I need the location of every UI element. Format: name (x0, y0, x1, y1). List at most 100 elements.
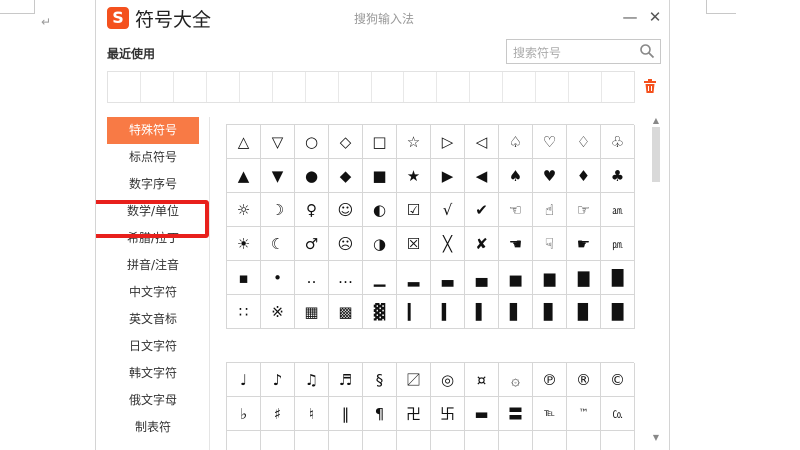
symbol-cell[interactable]: ☒ (397, 227, 431, 261)
symbol-cell[interactable]: ▲ (227, 159, 261, 193)
title-bar[interactable]: S 符号大全 搜狗输入法 — ✕ (96, 0, 669, 36)
sidebar-item[interactable]: 特殊符号 (107, 117, 199, 144)
symbol-cell[interactable]: ■ (363, 159, 397, 193)
symbol-cell[interactable]: ◎ (431, 363, 465, 397)
symbol-cell[interactable]: ▋ (499, 295, 533, 329)
symbol-cell[interactable] (465, 431, 499, 450)
symbol-cell[interactable]: √ (431, 193, 465, 227)
recent-symbol-cell[interactable] (174, 72, 207, 102)
symbol-cell[interactable]: ※ (261, 295, 295, 329)
symbol-cell[interactable]: ▦ (295, 295, 329, 329)
symbol-cell[interactable]: ▬ (465, 397, 499, 431)
symbol-cell[interactable]: ™ (567, 397, 601, 431)
symbol-cell[interactable]: ☟ (533, 227, 567, 261)
sidebar-item[interactable]: 拼音/注音 (107, 252, 199, 279)
sidebar-item[interactable]: 数字序号 (107, 171, 199, 198)
symbol-cell[interactable]: ▉ (567, 295, 601, 329)
symbol-cell[interactable]: … (329, 261, 363, 295)
close-button[interactable]: ✕ (644, 6, 666, 28)
symbol-cell[interactable]: ☆ (397, 125, 431, 159)
recent-symbol-cell[interactable] (404, 72, 438, 102)
symbol-cell[interactable]: ☺ (329, 193, 363, 227)
symbol-cell[interactable]: 〼 (397, 363, 431, 397)
symbol-cell[interactable]: ▷ (431, 125, 465, 159)
symbol-cell[interactable]: ☜ (499, 193, 533, 227)
recent-symbol-cell[interactable] (306, 72, 339, 102)
symbol-cell[interactable]: ◇ (329, 125, 363, 159)
symbol-cell[interactable]: ▄ (465, 261, 499, 295)
recent-symbol-cell[interactable] (339, 72, 372, 102)
sidebar-item[interactable]: 中文字符 (107, 279, 199, 306)
symbol-cell[interactable]: ∷ (227, 295, 261, 329)
symbol-cell[interactable]: ▂ (397, 261, 431, 295)
symbol-cell[interactable]: ☽ (261, 193, 295, 227)
sidebar-item[interactable]: 标点符号 (107, 144, 199, 171)
recent-symbol-cell[interactable] (602, 72, 634, 102)
symbol-cell[interactable]: ▊ (533, 295, 567, 329)
symbol-cell[interactable]: ㏂ (601, 193, 635, 227)
symbol-cell[interactable] (397, 431, 431, 450)
symbol-cell[interactable]: ▽ (261, 125, 295, 159)
sidebar-item[interactable]: 俄文字母 (107, 387, 199, 414)
symbol-cell[interactable] (295, 431, 329, 450)
recent-symbol-cell[interactable] (207, 72, 240, 102)
symbol-cell[interactable]: ‖ (329, 397, 363, 431)
symbol-cell[interactable]: ☞ (567, 193, 601, 227)
recent-symbol-cell[interactable] (108, 72, 141, 102)
sidebar-item[interactable]: 数学/单位 (96, 198, 209, 238)
symbol-cell[interactable]: 卍 (397, 397, 431, 431)
symbol-cell[interactable]: ♧ (601, 125, 635, 159)
symbol-cell[interactable]: ㏘ (601, 227, 635, 261)
symbol-cell[interactable]: ♦ (567, 159, 601, 193)
symbol-cell[interactable]: § (363, 363, 397, 397)
symbol-cell[interactable]: ♣ (601, 159, 635, 193)
symbol-cell[interactable]: ♀ (295, 193, 329, 227)
symbol-cell[interactable]: █ (601, 295, 635, 329)
symbol-cell[interactable] (329, 431, 363, 450)
symbol-cell[interactable]: ♩ (227, 363, 261, 397)
symbol-cell[interactable]: ♫ (295, 363, 329, 397)
symbol-cell[interactable]: ♂ (295, 227, 329, 261)
scrollbar-thumb[interactable] (652, 127, 660, 182)
symbol-cell[interactable]: ♪ (261, 363, 295, 397)
symbol-cell[interactable]: ♥ (533, 159, 567, 193)
symbol-cell[interactable]: ℡ (533, 397, 567, 431)
symbol-cell[interactable] (431, 431, 465, 450)
symbol-cell[interactable]: ✔ (465, 193, 499, 227)
scrollbar[interactable]: ▲ ▼ (651, 117, 661, 442)
symbol-cell[interactable]: ◀ (465, 159, 499, 193)
symbol-cell[interactable]: 卐 (431, 397, 465, 431)
symbol-cell[interactable]: ▆ (533, 261, 567, 295)
sidebar-item[interactable]: 日文字符 (107, 333, 199, 360)
symbol-cell[interactable]: ★ (397, 159, 431, 193)
symbol-cell[interactable]: ☝ (533, 193, 567, 227)
symbol-cell[interactable] (499, 431, 533, 450)
symbol-cell[interactable]: ▁ (363, 261, 397, 295)
symbol-cell[interactable]: ® (567, 363, 601, 397)
symbol-cell[interactable]: ╳ (431, 227, 465, 261)
symbol-cell[interactable]: □ (363, 125, 397, 159)
symbol-cell[interactable]: © (601, 363, 635, 397)
symbol-cell[interactable]: ㏇ (601, 397, 635, 431)
symbol-cell[interactable]: ▌ (465, 295, 499, 329)
symbol-cell[interactable]: ◁ (465, 125, 499, 159)
symbol-cell[interactable]: ♤ (499, 125, 533, 159)
symbol-cell[interactable]: △ (227, 125, 261, 159)
minimize-button[interactable]: — (619, 6, 641, 28)
symbol-cell[interactable]: ▃ (431, 261, 465, 295)
symbol-cell[interactable]: ♠ (499, 159, 533, 193)
symbol-cell[interactable]: 〓 (499, 397, 533, 431)
recent-symbol-cell[interactable] (536, 72, 570, 102)
search-input[interactable]: 搜索符号 (506, 39, 661, 64)
symbol-cell[interactable]: ♯ (261, 397, 295, 431)
symbol-cell[interactable]: ¶ (363, 397, 397, 431)
symbol-cell[interactable]: ۞ (499, 363, 533, 397)
symbol-cell[interactable]: ▎ (397, 295, 431, 329)
symbol-cell[interactable]: ● (295, 159, 329, 193)
sidebar-item[interactable]: 韩文字符 (107, 360, 199, 387)
symbol-cell[interactable]: ▅ (499, 261, 533, 295)
symbol-cell[interactable]: ◆ (329, 159, 363, 193)
recent-symbol-cell[interactable] (141, 72, 174, 102)
symbol-cell[interactable]: ▶ (431, 159, 465, 193)
symbol-cell[interactable]: ♭ (227, 397, 261, 431)
